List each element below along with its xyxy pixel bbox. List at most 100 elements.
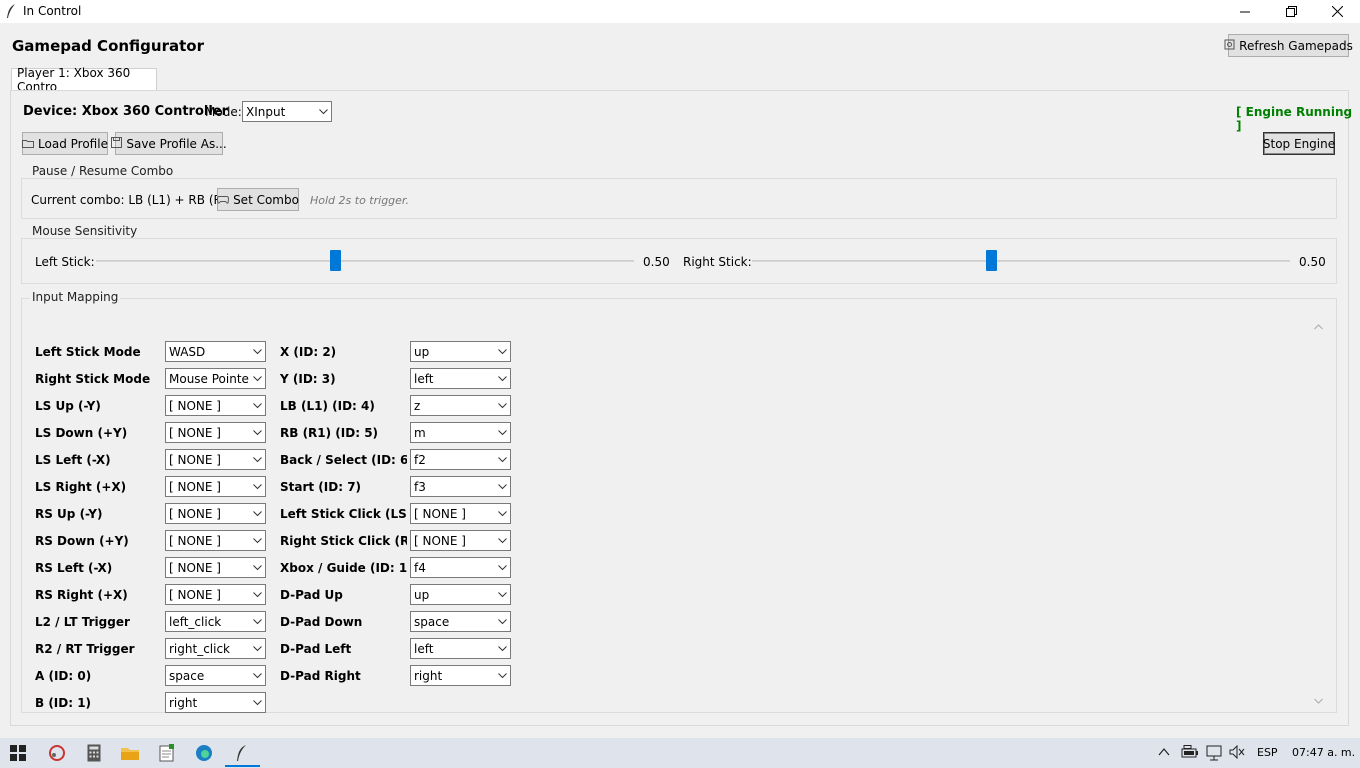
mapping-label: D-Pad Left (280, 642, 352, 656)
left-stick-value: 0.50 (643, 255, 670, 269)
mapping-select[interactable]: WASD (165, 341, 266, 362)
refresh-gamepads-button[interactable]: Refresh Gamepads (1224, 34, 1353, 57)
snipping-tool-icon[interactable] (46, 742, 68, 764)
mapping-select[interactable]: [ NONE ] (165, 422, 266, 443)
save-icon (111, 136, 123, 151)
chevron-down-icon (494, 612, 510, 631)
mapping-select[interactable]: right (165, 692, 266, 713)
current-combo-text: Current combo: LB (L1) + RB (R1) (31, 193, 235, 207)
mapping-select[interactable]: f3 (410, 476, 511, 497)
mapping-select[interactable]: z (410, 395, 511, 416)
mapping-label: X (ID: 2) (280, 345, 337, 359)
chevron-down-icon (249, 423, 265, 442)
chevron-down-icon (249, 369, 265, 388)
taskbar: ESP 07:47 a. m. (0, 738, 1360, 768)
set-combo-button[interactable]: Set Combo (217, 188, 299, 211)
volume-muted-icon[interactable] (1229, 744, 1245, 762)
mapping-label: RB (R1) (ID: 5) (280, 426, 379, 440)
mapping-select[interactable]: up (410, 584, 511, 605)
battery-icon[interactable] (1181, 745, 1199, 762)
left-stick-slider[interactable] (96, 250, 634, 272)
scroll-up-icon[interactable] (1314, 319, 1323, 333)
mapping-select[interactable]: [ NONE ] (410, 530, 511, 551)
mapping-select[interactable]: [ NONE ] (165, 476, 266, 497)
mapping-label: D-Pad Down (280, 615, 363, 629)
left-stick-label: Left Stick: (35, 255, 95, 269)
left-slider-thumb[interactable] (330, 250, 341, 271)
feather-app-icon[interactable] (230, 742, 252, 764)
mapping-scrollbar[interactable] (1311, 317, 1325, 705)
mapping-select[interactable]: left_click (165, 611, 266, 632)
mapping-select[interactable]: right_click (165, 638, 266, 659)
mapping-select[interactable]: space (165, 665, 266, 686)
chevron-up-icon[interactable] (1158, 746, 1170, 760)
right-slider-trough (752, 260, 1290, 262)
mapping-label: RS Up (-Y) (35, 507, 103, 521)
chevron-down-icon (494, 477, 510, 496)
minimize-button[interactable] (1222, 0, 1268, 23)
chevron-down-icon (494, 504, 510, 523)
refresh-icon (1224, 39, 1235, 53)
mapping-select[interactable]: [ NONE ] (165, 395, 266, 416)
mode-select[interactable]: XInput (242, 101, 332, 122)
mapping-select[interactable]: [ NONE ] (165, 557, 266, 578)
close-button[interactable] (1314, 0, 1360, 23)
mapping-select[interactable]: [ NONE ] (165, 584, 266, 605)
feather-icon (5, 3, 17, 22)
chevron-down-icon (249, 639, 265, 658)
mapping-select[interactable]: [ NONE ] (165, 530, 266, 551)
mapping-label: Back / Select (ID: 6) (280, 453, 407, 467)
mapping-select[interactable]: [ NONE ] (165, 449, 266, 470)
mapping-label: D-Pad Up (280, 588, 343, 602)
mapping-label: B (ID: 1) (35, 696, 92, 710)
network-icon[interactable] (1206, 745, 1224, 764)
engine-status: [ Engine Running ] (1236, 105, 1353, 133)
chevron-down-icon (494, 639, 510, 658)
mapping-label: Left Stick Mode (35, 345, 141, 359)
mapping-label: D-Pad Right (280, 669, 361, 683)
chevron-down-icon (249, 450, 265, 469)
chevron-down-icon (494, 666, 510, 685)
mapping-select[interactable]: f2 (410, 449, 511, 470)
scroll-down-icon[interactable] (1314, 693, 1323, 707)
load-profile-button[interactable]: Load Profile (22, 132, 108, 155)
windows-start-icon[interactable] (7, 742, 29, 764)
mapping-label: RS Right (+X) (35, 588, 128, 602)
file-explorer-icon[interactable] (119, 742, 141, 764)
combo-group-legend: Pause / Resume Combo (30, 164, 176, 178)
mapping-select[interactable]: [ NONE ] (165, 503, 266, 524)
right-stick-slider[interactable] (752, 250, 1290, 272)
mapping-select[interactable]: m (410, 422, 511, 443)
save-profile-button[interactable]: Save Profile As... (111, 132, 227, 155)
chevron-down-icon (494, 369, 510, 388)
chevron-down-icon (249, 531, 265, 550)
calculator-icon[interactable] (83, 742, 105, 764)
chevron-down-icon (249, 477, 265, 496)
edge-icon[interactable] (193, 742, 215, 764)
chevron-down-icon (249, 342, 265, 361)
right-slider-thumb[interactable] (986, 250, 997, 271)
mapping-label: Left Stick Click (LS) (ID (280, 507, 407, 521)
right-stick-label: Right Stick: (683, 255, 752, 269)
notepad-icon[interactable] (156, 742, 178, 764)
mapping-select[interactable]: Mouse Pointer (165, 368, 266, 389)
mapping-select[interactable]: up (410, 341, 511, 362)
mapping-label: LS Down (+Y) (35, 426, 128, 440)
clock[interactable]: 07:47 a. m. (1292, 746, 1355, 759)
mapping-select[interactable]: right (410, 665, 511, 686)
mapping-select[interactable]: f4 (410, 557, 511, 578)
mapping-select[interactable]: left (410, 368, 511, 389)
chevron-down-icon (494, 342, 510, 361)
mapping-select[interactable]: left (410, 638, 511, 659)
stop-engine-button[interactable]: Stop Engine (1263, 132, 1335, 155)
chevron-down-icon (494, 585, 510, 604)
mapping-select[interactable]: space (410, 611, 511, 632)
restore-button[interactable] (1268, 0, 1314, 23)
gamepad-icon (217, 193, 230, 207)
tab-player-1[interactable]: Player 1: Xbox 360 Contro (11, 66, 157, 94)
mapping-select[interactable]: [ NONE ] (410, 503, 511, 524)
language-indicator[interactable]: ESP (1257, 746, 1278, 759)
mode-label: Mode: (205, 105, 242, 119)
folder-icon (22, 137, 35, 151)
window-title: In Control (23, 4, 82, 18)
